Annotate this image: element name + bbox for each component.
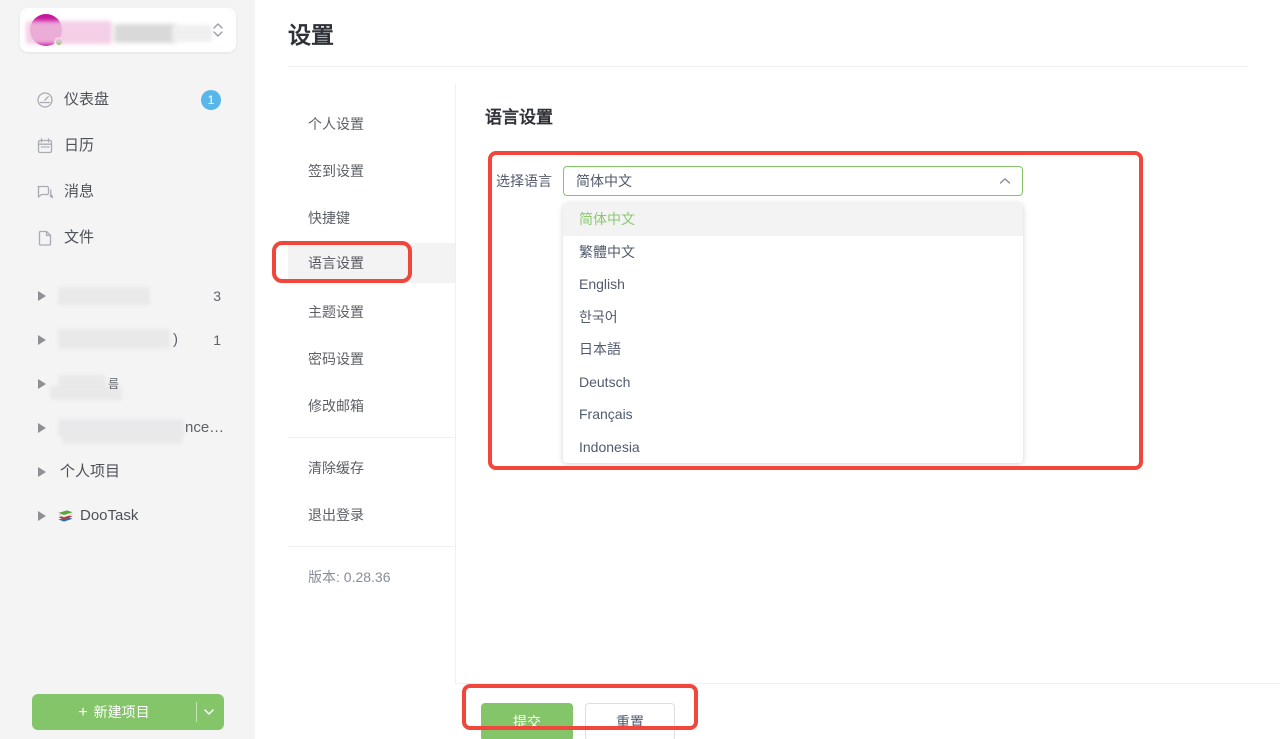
sidebar-item-files[interactable]: 文件 bbox=[0, 215, 255, 261]
menu-group-divider bbox=[288, 546, 455, 547]
footer-divider bbox=[455, 683, 1280, 684]
project-row[interactable]: 름 bbox=[0, 362, 255, 406]
caret-right-icon[interactable] bbox=[38, 511, 46, 521]
menu-item-clear-cache[interactable]: 清除缓存 bbox=[288, 448, 455, 488]
books-icon bbox=[57, 508, 74, 524]
workspace-card[interactable] bbox=[20, 8, 236, 52]
panel-heading: 语言设置 bbox=[485, 103, 553, 128]
dropdown-option-zh-cn[interactable]: 简体中文 bbox=[563, 203, 1023, 236]
project-row[interactable]: ) 1 bbox=[0, 318, 255, 362]
caret-right-icon[interactable] bbox=[38, 423, 46, 433]
blurred-project-name-2 bbox=[62, 431, 182, 444]
blurred-workspace-name bbox=[114, 24, 176, 43]
new-project-button[interactable]: +新建项目 bbox=[32, 694, 224, 730]
language-dropdown: 简体中文 繁體中文 English 한국어 日本語 Deutsch França… bbox=[563, 203, 1023, 463]
sidebar-item-dashboard[interactable]: 仪表盘 1 bbox=[0, 77, 255, 123]
blurred-avatar-overlay bbox=[26, 21, 112, 44]
sidebar-item-label: 文件 bbox=[64, 215, 94, 261]
caret-right-icon[interactable] bbox=[38, 467, 46, 477]
reset-button[interactable]: 重置 bbox=[585, 703, 675, 739]
version-label: 版本: 0.28.36 bbox=[308, 557, 468, 597]
menu-item-personal-settings[interactable]: 个人设置 bbox=[288, 104, 455, 144]
menu-item-password-settings[interactable]: 密码设置 bbox=[288, 339, 455, 379]
file-icon bbox=[36, 229, 54, 247]
dropdown-option-zh-tw[interactable]: 繁體中文 bbox=[563, 236, 1023, 269]
message-icon bbox=[36, 183, 54, 201]
select-language-label: 选择语言 bbox=[496, 166, 552, 196]
notification-badge: 1 bbox=[201, 90, 221, 110]
project-count: 1 bbox=[213, 318, 221, 362]
workspace-switcher-icon[interactable] bbox=[212, 21, 224, 39]
plus-icon: + bbox=[78, 704, 87, 721]
new-project-label: +新建项目 bbox=[32, 694, 196, 730]
project-row-personal[interactable]: 个人项目 bbox=[0, 450, 255, 494]
project-count: 3 bbox=[213, 274, 221, 318]
calendar-icon bbox=[36, 137, 54, 155]
blurred-project-name bbox=[58, 329, 170, 349]
project-name: 个人项目 bbox=[60, 450, 120, 494]
project-name-fragment: 름 bbox=[108, 362, 119, 406]
selected-language-value: 简体中文 bbox=[576, 167, 632, 195]
project-name-fragment: ) bbox=[173, 318, 178, 362]
sidebar-item-label: 仪表盘 bbox=[64, 77, 109, 123]
blurred-project-name bbox=[58, 287, 150, 305]
dropdown-option-korean[interactable]: 한국어 bbox=[563, 301, 1023, 334]
caret-right-icon[interactable] bbox=[38, 291, 46, 301]
menu-item-theme-settings[interactable]: 主题设置 bbox=[288, 292, 455, 332]
sidebar-item-calendar[interactable]: 日历 bbox=[0, 123, 255, 169]
header-divider bbox=[288, 66, 1248, 67]
project-row-dootask[interactable]: DooTask bbox=[0, 494, 255, 538]
menu-item-language-settings[interactable]: 语言设置 bbox=[288, 243, 455, 283]
menu-item-checkin-settings[interactable]: 签到设置 bbox=[288, 151, 455, 191]
dropdown-option-french[interactable]: Français bbox=[563, 398, 1023, 431]
button-divider bbox=[196, 702, 197, 722]
project-name-fragment: nce… bbox=[185, 406, 224, 450]
dropdown-option-japanese[interactable]: 日本語 bbox=[563, 333, 1023, 366]
caret-right-icon[interactable] bbox=[38, 379, 46, 389]
sidebar-item-label: 日历 bbox=[64, 123, 94, 169]
dropdown-option-german[interactable]: Deutsch bbox=[563, 366, 1023, 399]
caret-right-icon[interactable] bbox=[38, 335, 46, 345]
sidebar-item-messages[interactable]: 消息 bbox=[0, 169, 255, 215]
project-name: DooTask bbox=[80, 494, 138, 538]
page-title: 设置 bbox=[288, 16, 334, 50]
sidebar-item-label: 消息 bbox=[64, 169, 94, 215]
submit-button[interactable]: 提交 bbox=[481, 703, 573, 739]
dropdown-option-indonesian[interactable]: Indonesia bbox=[563, 431, 1023, 464]
menu-group-divider bbox=[288, 437, 455, 438]
app-window: 仪表盘 1 日历 消息 bbox=[0, 0, 1280, 739]
blurred-workspace-name-2 bbox=[172, 25, 212, 42]
menu-item-change-email[interactable]: 修改邮箱 bbox=[288, 386, 455, 426]
sidebar: 仪表盘 1 日历 消息 bbox=[0, 0, 255, 739]
project-row[interactable]: nce… bbox=[0, 406, 255, 450]
menu-item-logout[interactable]: 退出登录 bbox=[288, 495, 455, 535]
project-row[interactable]: 3 bbox=[0, 274, 255, 318]
chevron-down-icon[interactable] bbox=[204, 708, 214, 716]
main-content: 设置 个人设置 签到设置 快捷键 语言设置 主题设置 密码设置 修改邮箱 清除缓… bbox=[255, 0, 1280, 739]
menu-item-shortcuts[interactable]: 快捷键 bbox=[288, 198, 455, 238]
dropdown-option-english[interactable]: English bbox=[563, 268, 1023, 301]
language-select[interactable]: 简体中文 bbox=[563, 166, 1023, 196]
chevron-up-icon bbox=[999, 177, 1011, 185]
dashboard-icon bbox=[36, 91, 54, 109]
